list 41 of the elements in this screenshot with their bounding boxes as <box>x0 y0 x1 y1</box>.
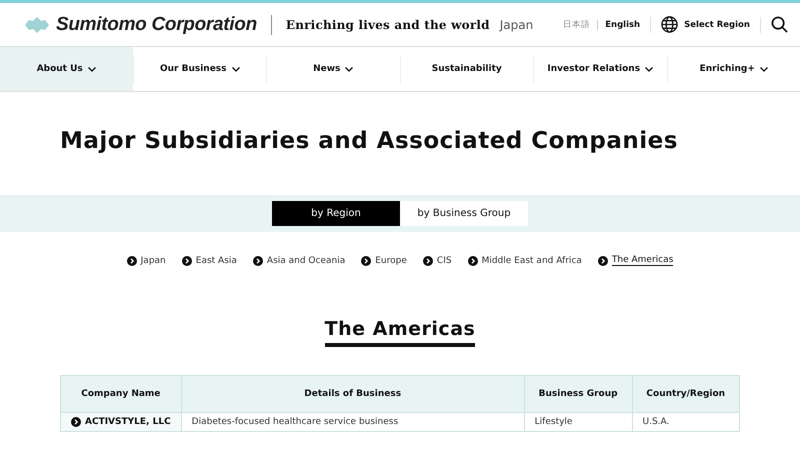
region-link[interactable]: East Asia <box>196 256 237 266</box>
nav-item[interactable]: About Us <box>0 47 132 91</box>
region-link[interactable]: Asia and Oceania <box>266 256 346 266</box>
logo-icon <box>25 16 49 32</box>
arrow-circle-icon <box>126 256 137 266</box>
table-cell: Diabetes-focused healthcare service business <box>192 417 398 427</box>
nav-item[interactable]: Investor Relations <box>533 55 666 83</box>
search-icon[interactable] <box>770 16 788 33</box>
arrow-circle-icon <box>182 256 192 266</box>
country-label: Japan <box>500 18 534 32</box>
column-header: Business Group <box>524 376 632 412</box>
table-cell: Lifestyle <box>534 417 572 427</box>
language-link[interactable]: English <box>605 20 640 30</box>
table-cell: U.S.A. <box>642 417 670 427</box>
region-link[interactable]: Europe <box>375 256 407 266</box>
region-link[interactable]: CIS <box>436 256 452 266</box>
nav-item[interactable]: Our Business <box>132 55 266 83</box>
globe-icon <box>661 16 678 33</box>
select-region-button[interactable]: Select Region <box>661 16 750 33</box>
column-header: Details of Business <box>181 376 524 412</box>
nav-item[interactable]: Enriching+ <box>666 55 800 83</box>
tab[interactable]: by Region <box>272 201 400 226</box>
arrow-circle-icon <box>598 256 608 266</box>
nav-item[interactable]: Sustainability <box>400 55 533 83</box>
arrow-circle-icon <box>468 256 478 266</box>
arrow-circle-icon <box>422 256 433 266</box>
language-link[interactable]: 日本語 <box>563 18 590 30</box>
tab[interactable]: by Business Group <box>400 201 528 226</box>
arrow-circle-icon <box>361 256 372 266</box>
column-header: Country/Region <box>632 376 740 412</box>
arrow-circle-icon <box>252 256 263 266</box>
logo-text[interactable]: Sumitomo Corporation <box>56 14 257 36</box>
region-link[interactable]: Middle East and Africa <box>482 256 582 266</box>
arrow-circle-icon <box>71 417 81 427</box>
page-title: Major Subsidiaries and Associated Companies <box>60 127 679 156</box>
region-link[interactable]: Japan <box>140 256 166 266</box>
tagline: Enriching lives and the world <box>286 18 490 32</box>
nav-item[interactable]: News <box>266 55 400 83</box>
section-heading: The Americas <box>324 318 476 347</box>
region-link[interactable]: The Americas <box>612 255 674 266</box>
column-header: Company Name <box>60 376 182 412</box>
